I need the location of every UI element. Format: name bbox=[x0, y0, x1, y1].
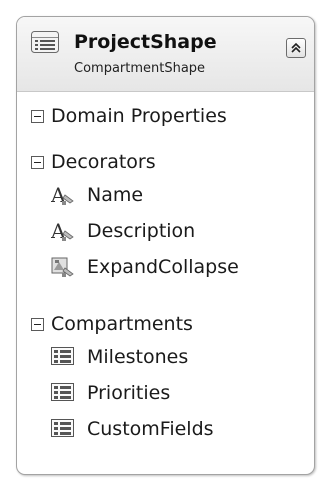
shape-title: ProjectShape bbox=[74, 31, 217, 53]
text-decorator-icon: A bbox=[50, 219, 77, 247]
section-label: Compartments bbox=[51, 313, 193, 335]
collapse-toggle-icon[interactable] bbox=[31, 318, 44, 331]
section-compartments: Compartments Milestones Priorities Custo… bbox=[17, 311, 314, 449]
compartment-shape-icon bbox=[31, 31, 59, 57]
list-item-label: Name bbox=[87, 184, 144, 206]
list-item-label: Priorities bbox=[87, 382, 171, 404]
section-domain-properties: Domain Properties bbox=[17, 103, 314, 133]
section-header[interactable]: Compartments bbox=[17, 311, 314, 341]
section-label: Domain Properties bbox=[51, 105, 227, 127]
list-item[interactable]: A Name bbox=[17, 179, 314, 215]
list-item[interactable]: A Description bbox=[17, 215, 314, 251]
compartment-icon bbox=[51, 383, 75, 407]
section-label: Decorators bbox=[51, 151, 156, 173]
list-item-label: CustomFields bbox=[87, 418, 214, 440]
list-item[interactable]: ExpandCollapse bbox=[17, 251, 314, 287]
list-item[interactable]: CustomFields bbox=[17, 413, 314, 449]
compartment-icon bbox=[51, 347, 75, 371]
list-item[interactable]: Milestones bbox=[17, 341, 314, 377]
list-item-label: ExpandCollapse bbox=[87, 256, 239, 278]
list-item-label: Milestones bbox=[87, 346, 189, 368]
collapse-button[interactable] bbox=[286, 38, 306, 58]
collapse-toggle-icon[interactable] bbox=[31, 156, 44, 169]
section-header[interactable]: Decorators bbox=[17, 149, 314, 179]
expand-collapse-decorator-icon bbox=[51, 257, 77, 283]
shape-subtitle: CompartmentShape bbox=[74, 61, 206, 76]
list-item-label: Description bbox=[87, 220, 196, 242]
collapse-toggle-icon[interactable] bbox=[31, 110, 44, 123]
text-decorator-icon: A bbox=[50, 183, 77, 211]
section-header[interactable]: Domain Properties bbox=[17, 103, 314, 133]
project-shape[interactable]: ProjectShape CompartmentShape Domain Pro… bbox=[16, 16, 315, 475]
compartment-icon bbox=[51, 419, 75, 443]
section-decorators: Decorators A Name A Description ExpandCo… bbox=[17, 149, 314, 287]
double-chevron-up-icon bbox=[291, 42, 301, 53]
list-item[interactable]: Priorities bbox=[17, 377, 314, 413]
shape-header[interactable]: ProjectShape CompartmentShape bbox=[17, 17, 314, 92]
